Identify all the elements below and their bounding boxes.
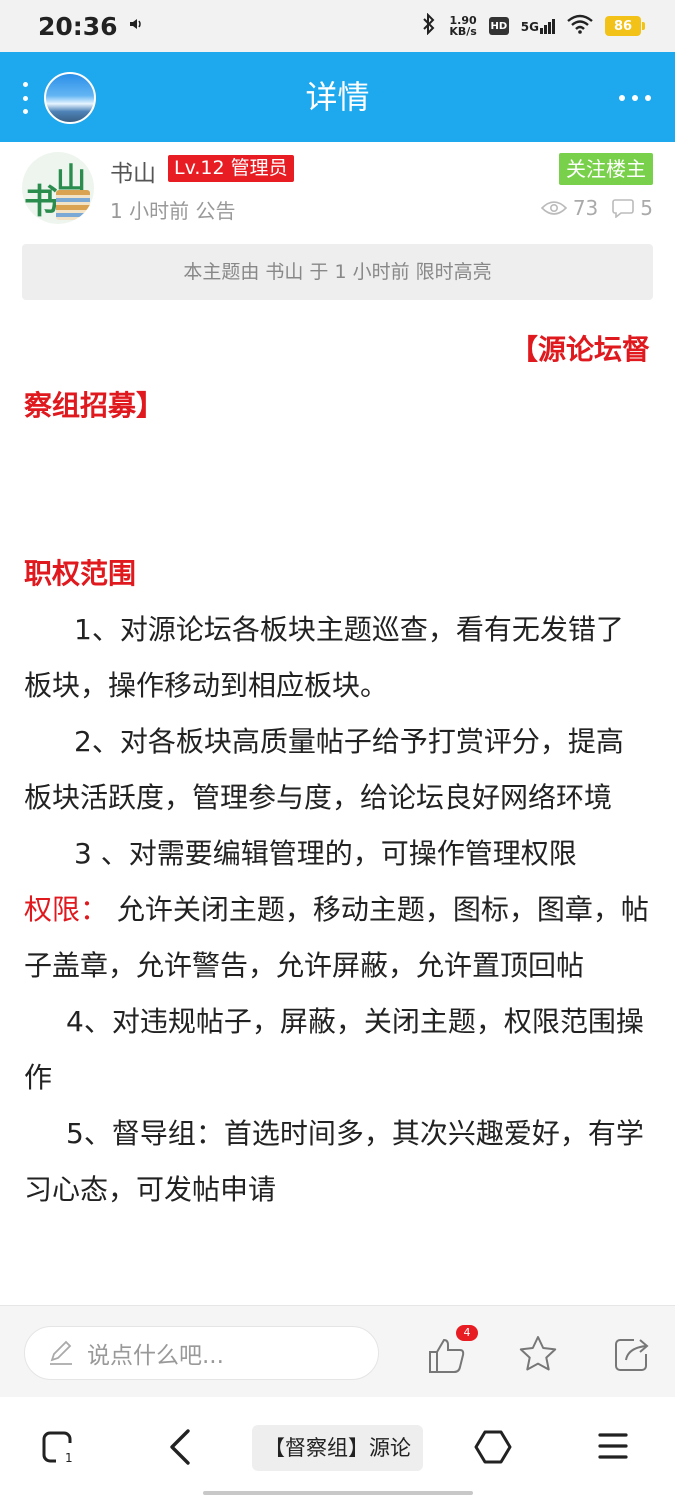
- hamburger-menu-icon[interactable]: [598, 1431, 628, 1461]
- post-meta: 1 小时前 公告: [110, 199, 236, 223]
- post-stats: 73 5: [540, 196, 653, 220]
- status-bar: 20:36 1.90 KB/s HD 5G 86: [0, 0, 675, 52]
- app-bar: 详情: [0, 52, 675, 142]
- books-icon: [56, 190, 90, 220]
- comment-count: 5: [640, 196, 653, 220]
- navigation-bar: 1 【督察组】源论: [0, 1397, 675, 1500]
- back-chevron-icon[interactable]: [166, 1427, 196, 1467]
- status-time: 20:36: [38, 11, 118, 41]
- post-content: 【源论坛督 察组招募】 职权范围 1、对源论坛各板块主题巡查，看有无发错了板块，…: [24, 322, 650, 1218]
- author-row: 书 山 书山 Lv.12 管理员 1 小时前 公告 关注楼主 73 5: [0, 142, 675, 242]
- author-name[interactable]: 书山: [110, 154, 156, 188]
- level-badge: Lv.12 管理员: [168, 155, 294, 182]
- permission-text: 允许关闭主题，移动主题，图标，图章，帖子盖章，允许警告，允许屏蔽，允许置顶回帖: [24, 893, 649, 982]
- permission-label: 权限：: [24, 893, 109, 926]
- like-button[interactable]: 4: [426, 1325, 478, 1376]
- network-speed-unit: KB/s: [449, 25, 477, 38]
- post-heading-part-1: 【源论坛督: [509, 333, 650, 366]
- post-heading-part-2: 察组招募】: [24, 389, 165, 422]
- wifi-icon: [567, 14, 593, 38]
- duty-item-4: 4、对违规帖子，屏蔽，关闭主题，权限范围操作: [24, 1005, 644, 1094]
- battery-indicator: 86: [605, 16, 645, 36]
- hd-badge: HD: [488, 17, 509, 35]
- user-avatar[interactable]: [44, 72, 96, 124]
- current-page-title[interactable]: 【督察组】源论: [252, 1425, 423, 1471]
- duty-item-3: 3 、对需要编辑管理的，可操作管理权限: [74, 837, 577, 870]
- reply-input[interactable]: 说点什么吧...: [24, 1326, 379, 1380]
- network-speed: 1.90 KB/s: [449, 15, 476, 37]
- eye-icon: [540, 201, 567, 215]
- tab-count: 1: [65, 1451, 73, 1465]
- home-icon[interactable]: [474, 1429, 512, 1465]
- tabs-icon[interactable]: 1: [40, 1429, 76, 1465]
- more-options-icon[interactable]: [619, 95, 651, 101]
- author-avatar[interactable]: 书 山: [22, 152, 94, 224]
- reply-placeholder: 说点什么吧...: [87, 1343, 224, 1369]
- share-icon[interactable]: [612, 1334, 652, 1374]
- highlight-notice: 本主题由 书山 于 1 小时前 限时高亮: [22, 244, 653, 300]
- star-icon[interactable]: [518, 1334, 558, 1374]
- reply-bar: 说点什么吧... 4: [0, 1305, 675, 1397]
- duty-item-5: 5、督导组：首选时间多，其次兴趣爱好，有学习心态，可发帖申请: [24, 1117, 644, 1206]
- bluetooth-icon: [421, 12, 437, 39]
- follow-author-button[interactable]: 关注楼主: [559, 153, 653, 185]
- comment-icon: [612, 199, 635, 218]
- view-count: 73: [572, 196, 599, 220]
- duty-item-2: 2、对各板块高质量帖子给予打赏评分，提高板块活跃度，管理参与度，给论坛良好网络环…: [24, 725, 624, 814]
- status-indicators: 1.90 KB/s HD 5G 86: [421, 12, 645, 39]
- signal-icon: 5G: [520, 18, 555, 34]
- permission-paragraph: 权限： 允许关闭主题，移动主题，图标，图章，帖子盖章，允许警告，允许屏蔽，允许置…: [24, 882, 650, 994]
- like-count-badge: 4: [456, 1325, 478, 1341]
- drawer-menu-icon[interactable]: [20, 82, 30, 114]
- section-title: 职权范围: [24, 557, 137, 590]
- home-indicator[interactable]: [203, 1491, 473, 1495]
- page-title: 详情: [305, 78, 370, 116]
- signal-label: 5G: [520, 19, 539, 34]
- pencil-icon: [50, 1340, 72, 1365]
- volume-icon: [128, 16, 144, 36]
- author-avatar-char-1: 书: [24, 182, 58, 222]
- duty-item-1: 1、对源论坛各板块主题巡查，看有无发错了板块，操作移动到相应板块。: [24, 613, 624, 702]
